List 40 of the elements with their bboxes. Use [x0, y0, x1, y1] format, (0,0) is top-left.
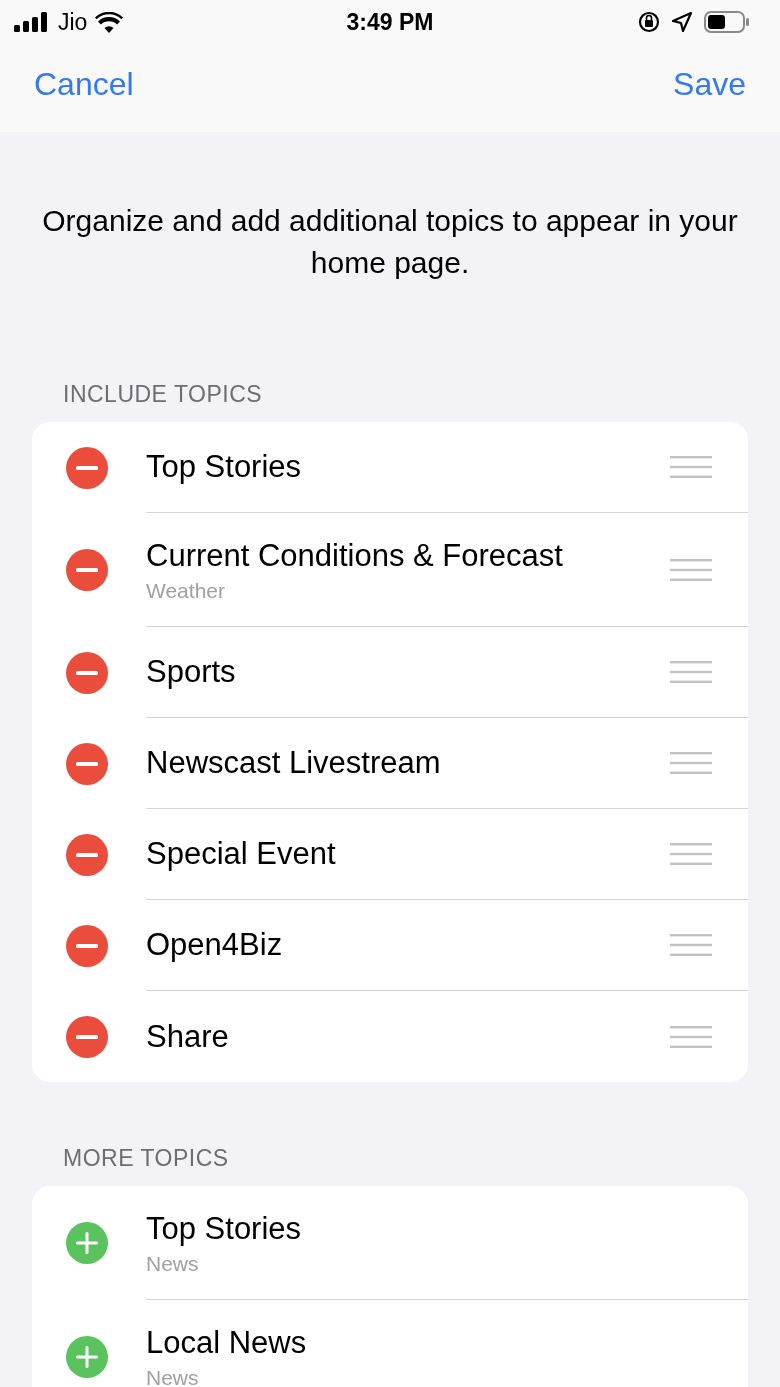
topic-title: Newscast Livestream	[146, 744, 441, 782]
add-icon[interactable]	[65, 1335, 109, 1379]
topic-title: Share	[146, 1017, 229, 1056]
remove-icon[interactable]	[65, 923, 109, 968]
drag-handle-icon[interactable]	[670, 661, 712, 683]
remove-icon[interactable]	[65, 445, 109, 490]
save-button[interactable]: Save	[673, 65, 746, 103]
topic-subtitle: News	[146, 1366, 200, 1387]
cancel-button[interactable]: Cancel	[34, 65, 134, 103]
topic-title: Top Stories	[146, 448, 302, 486]
drag-handle-icon[interactable]	[670, 752, 712, 774]
topic-title: Sports	[146, 653, 236, 691]
remove-icon[interactable]	[65, 1014, 109, 1059]
topic-subtitle: News	[146, 1251, 200, 1276]
battery-icon	[704, 11, 750, 33]
topic-title: Special Event	[146, 835, 336, 873]
location-arrow-icon	[672, 12, 692, 32]
drag-handle-icon[interactable]	[670, 558, 712, 581]
clock-time: 3:49 PM	[346, 8, 434, 36]
remove-icon[interactable]	[65, 832, 109, 877]
drag-handle-icon[interactable]	[670, 456, 712, 478]
description-text: Organize and add additional topics to appear in your home page.	[41, 203, 739, 281]
rotation-lock-icon	[638, 11, 660, 33]
drag-handle-icon[interactable]	[670, 934, 712, 956]
section-header: INCLUDE TOPICS	[63, 380, 264, 408]
drag-handle-icon[interactable]	[670, 843, 712, 865]
topic-subtitle: Weather	[146, 578, 226, 603]
remove-icon[interactable]	[65, 741, 109, 786]
topic-title: Top Stories	[146, 1209, 302, 1248]
carrier-name: Jio	[58, 8, 88, 36]
wifi-icon	[95, 11, 124, 33]
section-header: MORE TOPICS	[63, 1144, 230, 1172]
remove-icon[interactable]	[65, 548, 109, 592]
topic-title: Local News	[146, 1324, 307, 1362]
topic-title: Current Conditions & Forecast	[146, 536, 563, 575]
topic-title: Open4Biz	[146, 926, 283, 964]
remove-icon[interactable]	[65, 650, 109, 695]
signal-icon	[14, 12, 50, 32]
add-icon[interactable]	[65, 1221, 109, 1265]
drag-handle-icon[interactable]	[670, 1025, 712, 1048]
